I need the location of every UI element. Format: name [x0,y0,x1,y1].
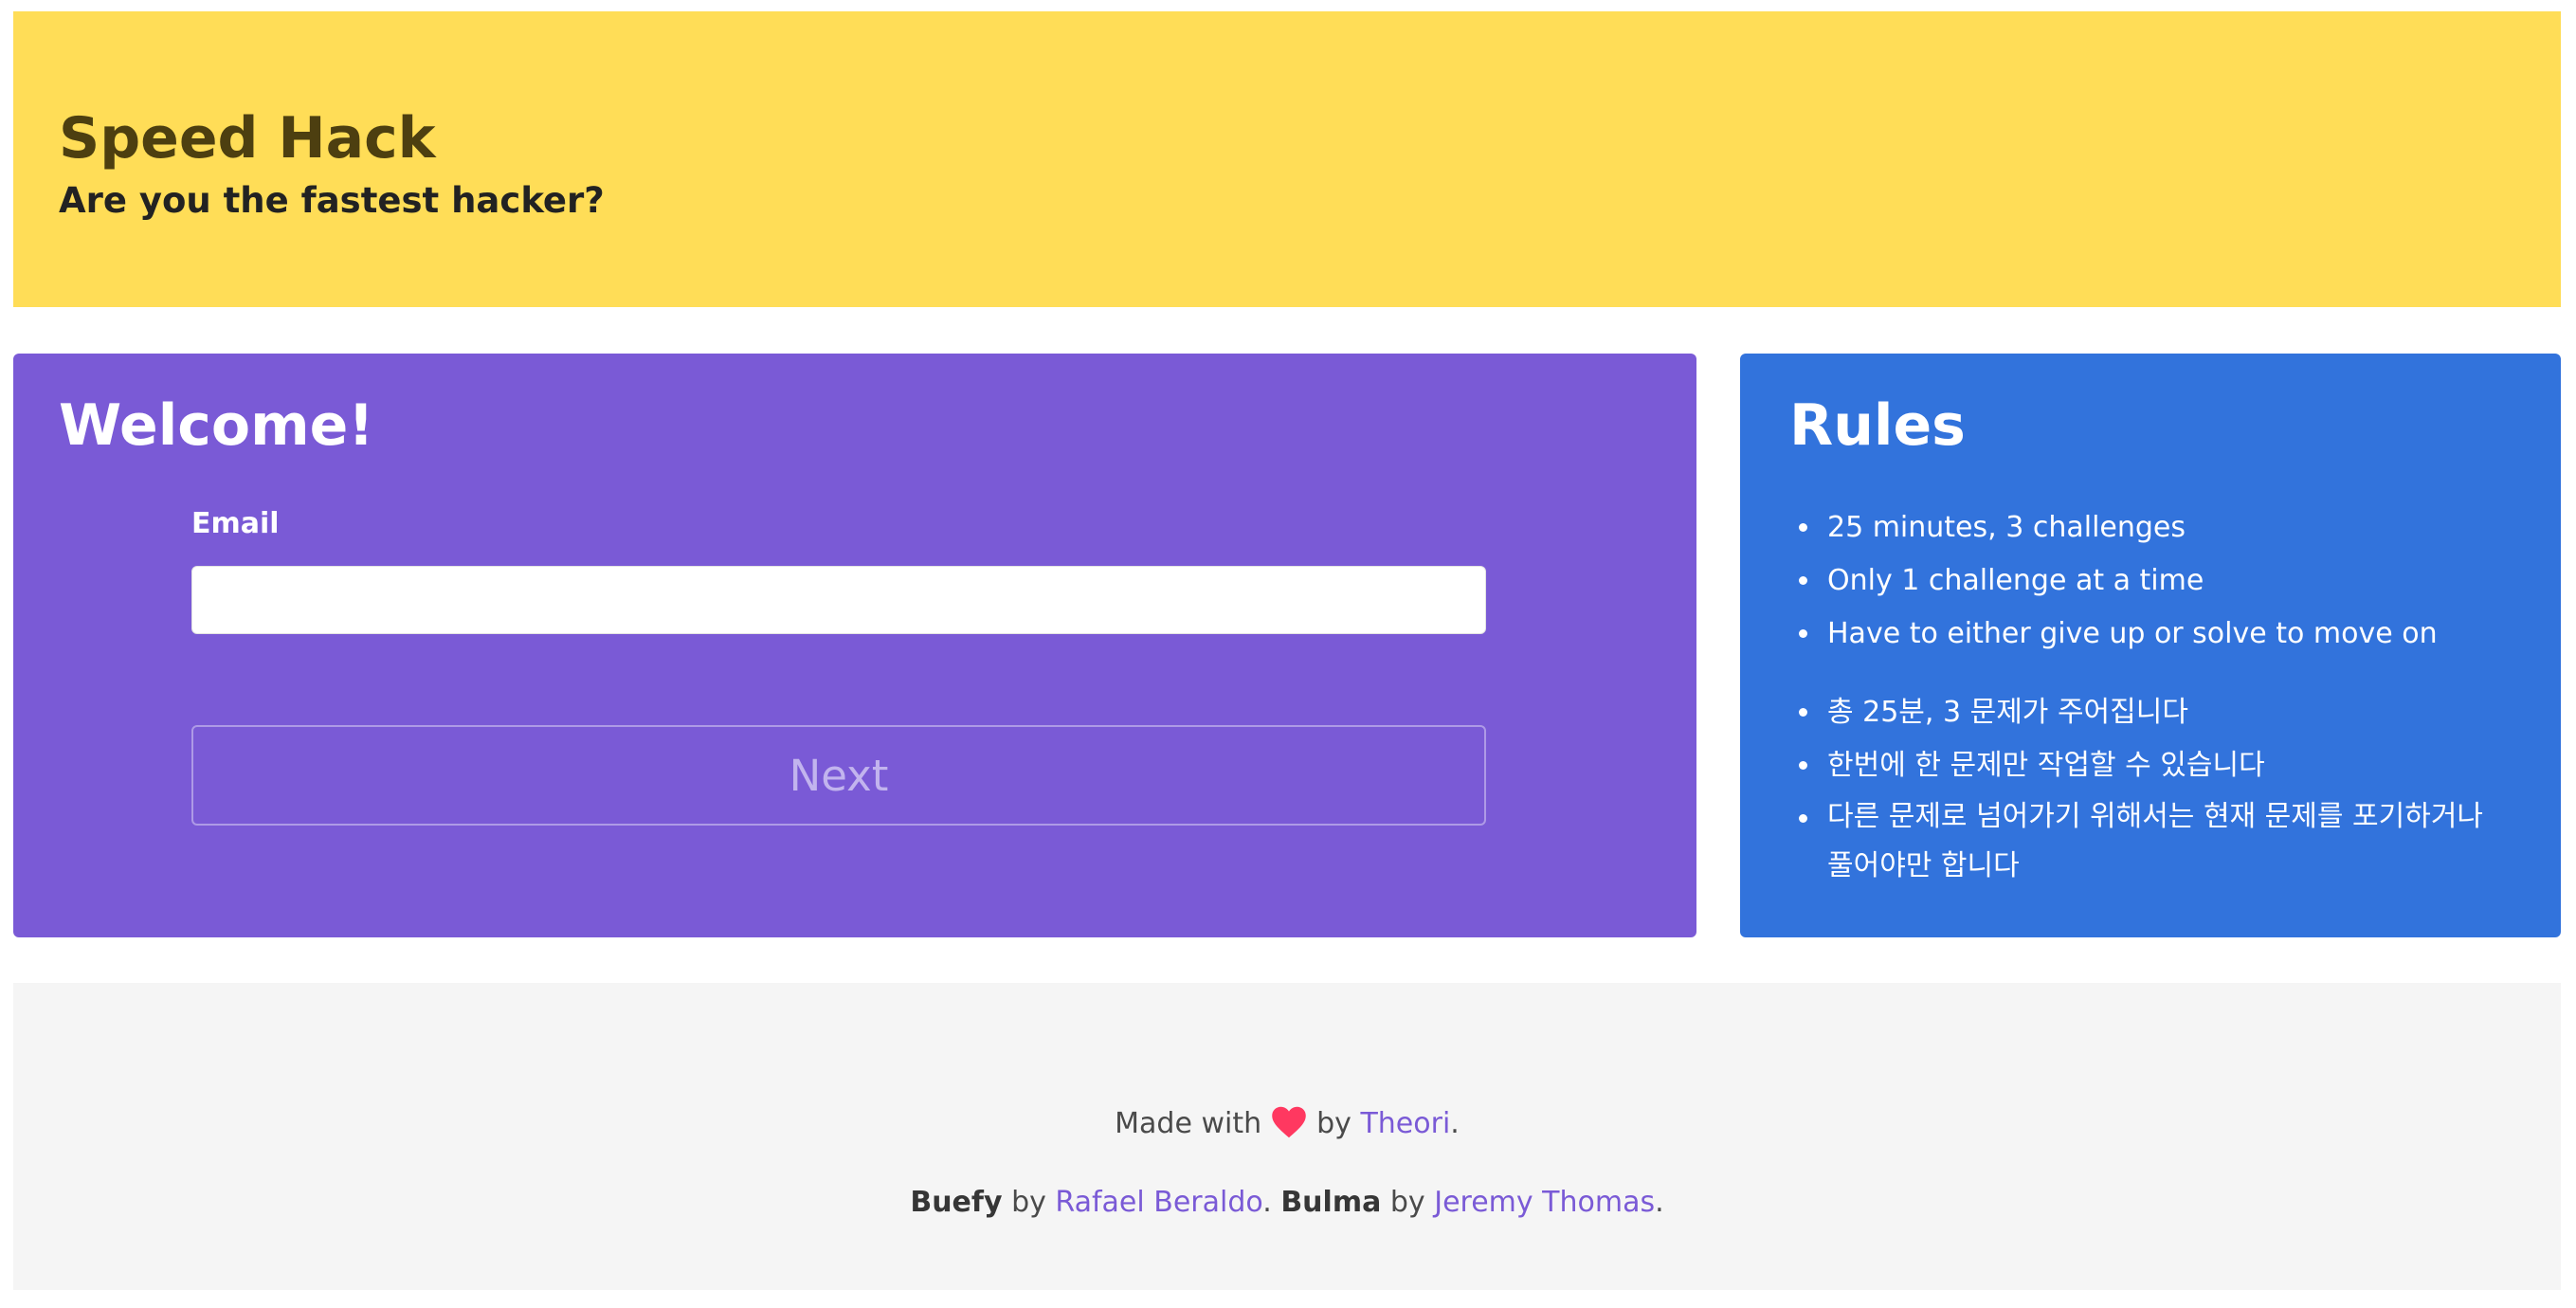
jeremy-thomas-link[interactable]: Jeremy Thomas [1434,1186,1655,1219]
rules-card: Rules 25 minutes, 3 challenges Only 1 ch… [1740,354,2561,937]
footer-credit-line: Made with by Theori. [13,1106,2561,1140]
period: . [1262,1186,1272,1219]
email-label: Email [191,507,280,540]
period: . [1655,1186,1664,1219]
hero-banner: Speed Hack Are you the fastest hacker? [13,11,2561,307]
rule-item: 25 minutes, 3 challenges [1797,501,2517,554]
rule-item: 다른 문제로 넘어가기 위해서는 현재 문제를 포기하거나 풀어야만 합니다 [1797,792,2517,891]
footer: Made with by Theori. Buefy by Rafael Bera… [13,983,2561,1290]
rules-title: Rules [1789,392,1966,459]
heart-icon [1271,1106,1307,1138]
rafael-beraldo-link[interactable]: Rafael Beraldo [1055,1186,1262,1219]
by-text: by [1011,1186,1046,1219]
next-button[interactable]: Next [191,725,1486,826]
rule-item: 총 25분, 3 문제가 주어집니다 [1797,686,2517,739]
rule-item: 한번에 한 문제만 작업할 수 있습니다 [1797,739,2517,792]
theori-link[interactable]: Theori [1360,1107,1450,1140]
welcome-card: Welcome! Email Next [13,354,1696,937]
page-title: Speed Hack [59,105,436,172]
made-with-text: Made with [1115,1107,1262,1140]
rules-list-korean: 총 25분, 3 문제가 주어집니다 한번에 한 문제만 작업할 수 있습니다 … [1797,686,2517,891]
buefy-label: Buefy [910,1186,1003,1219]
by-text: by [1389,1186,1425,1219]
rules-list-english: 25 minutes, 3 challenges Only 1 challeng… [1797,501,2517,661]
rule-item: Only 1 challenge at a time [1797,554,2517,608]
welcome-title: Welcome! [59,392,374,459]
page-subtitle: Are you the fastest hacker? [59,180,605,221]
period: . [1450,1107,1460,1140]
bulma-label: Bulma [1280,1186,1382,1219]
footer-framework-line: Buefy by Rafael Beraldo. Bulma by Jeremy… [13,1186,2561,1219]
rule-item: Have to either give up or solve to move … [1797,608,2517,661]
email-field[interactable] [191,566,1486,634]
by-text: by [1316,1107,1351,1140]
